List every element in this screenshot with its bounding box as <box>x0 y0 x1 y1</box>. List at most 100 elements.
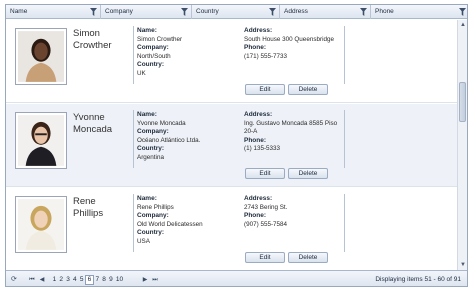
country-label: Country: <box>137 145 165 153</box>
column-header-label: Phone <box>375 8 394 15</box>
prev-page-icon[interactable]: ◀ <box>38 275 46 285</box>
name-label: Name: <box>137 111 157 118</box>
country-label: Country: <box>137 229 165 237</box>
address-value: Ing. Gustavo Moncada 8585 Piso 20-A <box>244 119 338 136</box>
country-value: Argentina <box>137 153 164 161</box>
column-header-name[interactable]: Name <box>6 5 101 19</box>
address-label: Address: <box>244 111 273 118</box>
page-link[interactable]: 10 <box>114 275 124 285</box>
edit-button[interactable]: Edit <box>245 252 285 263</box>
scroll-thumb[interactable] <box>459 82 466 122</box>
page-link[interactable]: 8 <box>101 275 108 285</box>
page-link[interactable]: 3 <box>65 275 72 285</box>
phone-value: (907) 555-7584 <box>244 220 288 228</box>
employee-photo <box>15 28 67 85</box>
page-numbers: 1 2 3 4 5 6 7 8 9 10 <box>51 275 125 285</box>
company-label: Company: <box>137 212 169 220</box>
company-label: Company: <box>137 128 169 136</box>
last-name: Crowther <box>73 40 112 51</box>
divider <box>133 194 134 252</box>
name-value: Yvonne Moncada <box>137 119 186 127</box>
pager-info: Displaying items 51 - 60 of 91 <box>375 276 461 283</box>
country-label: Country: <box>137 61 165 69</box>
employee-name-heading: Rene Phillips <box>73 196 128 220</box>
divider <box>344 110 345 168</box>
last-page-icon[interactable]: ⏭ <box>151 275 159 285</box>
filter-icon[interactable] <box>90 8 97 16</box>
phone-label: Phone: <box>244 212 267 220</box>
column-header-label: Country <box>196 8 219 15</box>
phone-value: (1) 135-5333 <box>244 145 281 153</box>
divider <box>133 26 134 84</box>
page-link[interactable]: 7 <box>94 275 101 285</box>
page-link[interactable]: 2 <box>58 275 65 285</box>
grid-body: Simon Crowther Name: Simon Crowther Comp… <box>6 20 458 270</box>
employee-photo <box>15 112 67 169</box>
address-value: South House 300 Queensbridge <box>244 35 334 43</box>
table-row[interactable]: Yvonne Moncada Name: Yvonne Moncada Comp… <box>6 104 458 187</box>
divider <box>133 110 134 168</box>
person-photo-icon <box>18 31 64 82</box>
edit-button[interactable]: Edit <box>245 84 285 95</box>
filter-icon[interactable] <box>459 8 466 16</box>
company-value: Océano Atlántico Ltda. <box>137 136 201 144</box>
delete-button[interactable]: Delete <box>288 168 328 179</box>
current-page[interactable]: 6 <box>85 275 94 285</box>
table-row[interactable]: Rene Phillips Name: Rene Phillips Compan… <box>6 188 458 270</box>
details-left: Name: Rene Phillips Company: Old World D… <box>137 195 237 247</box>
first-name: Yvonne <box>73 112 105 123</box>
refresh-icon[interactable]: ⟳ <box>11 275 21 285</box>
name-label: Name: <box>137 27 157 34</box>
details-left: Name: Simon Crowther Company: North/Sout… <box>137 27 237 79</box>
divider <box>344 194 345 252</box>
country-value: USA <box>137 237 150 245</box>
next-page-icon[interactable]: ▶ <box>141 275 149 285</box>
country-value: UK <box>137 69 146 77</box>
phone-value: (171) 555-7733 <box>244 52 288 60</box>
column-header-phone[interactable]: Phone <box>371 5 467 19</box>
page-link[interactable]: 9 <box>108 275 115 285</box>
phone-label: Phone: <box>244 44 267 52</box>
column-header-label: Company <box>105 8 133 15</box>
page-link[interactable]: 5 <box>78 275 85 285</box>
column-header-label: Name <box>10 8 28 15</box>
person-photo-icon <box>18 115 64 166</box>
delete-button[interactable]: Delete <box>288 84 328 95</box>
pager-bar: ⟳ ⏮ ◀ 1 2 3 4 5 6 7 8 9 10 ▶ ⏭ Displayin… <box>6 270 467 286</box>
vertical-scrollbar[interactable]: ▲ ▼ <box>457 20 467 270</box>
employee-photo <box>15 196 67 253</box>
scroll-down-icon[interactable]: ▼ <box>458 260 467 270</box>
last-name: Phillips <box>73 208 104 219</box>
name-label: Name: <box>137 195 157 202</box>
filter-icon[interactable] <box>269 8 276 16</box>
first-name: Simon <box>73 28 100 39</box>
details-right: Address: 2743 Bering St. Phone: (907) 55… <box>244 195 344 229</box>
details-right: Address: Ing. Gustavo Moncada 8585 Piso … <box>244 111 344 154</box>
name-value: Rene Phillips <box>137 203 174 211</box>
details-right: Address: South House 300 Queensbridge Ph… <box>244 27 344 61</box>
page-link[interactable]: 1 <box>51 275 58 285</box>
company-value: North/South <box>137 52 171 60</box>
edit-button[interactable]: Edit <box>245 168 285 179</box>
scroll-up-icon[interactable]: ▲ <box>458 20 467 30</box>
table-row[interactable]: Simon Crowther Name: Simon Crowther Comp… <box>6 20 458 103</box>
company-label: Company: <box>137 44 169 52</box>
page-link[interactable]: 4 <box>71 275 78 285</box>
column-header-address[interactable]: Address <box>280 5 371 19</box>
delete-button[interactable]: Delete <box>288 252 328 263</box>
first-name: Rene <box>73 196 96 207</box>
address-value: 2743 Bering St. <box>244 203 288 211</box>
column-header-label: Address <box>284 8 308 15</box>
employee-name-heading: Yvonne Moncada <box>73 112 128 136</box>
last-name: Moncada <box>73 124 113 135</box>
first-page-icon[interactable]: ⏮ <box>28 275 36 285</box>
details-left: Name: Yvonne Moncada Company: Océano Atl… <box>137 111 237 163</box>
person-photo-icon <box>18 199 64 250</box>
column-header-company[interactable]: Company <box>101 5 192 19</box>
grid-header: Name Company Country Address Phone <box>6 5 467 19</box>
column-header-country[interactable]: Country <box>192 5 280 19</box>
company-value: Old World Delicatessen <box>137 220 203 228</box>
filter-icon[interactable] <box>360 8 367 16</box>
name-value: Simon Crowther <box>137 35 183 43</box>
filter-icon[interactable] <box>181 8 188 16</box>
